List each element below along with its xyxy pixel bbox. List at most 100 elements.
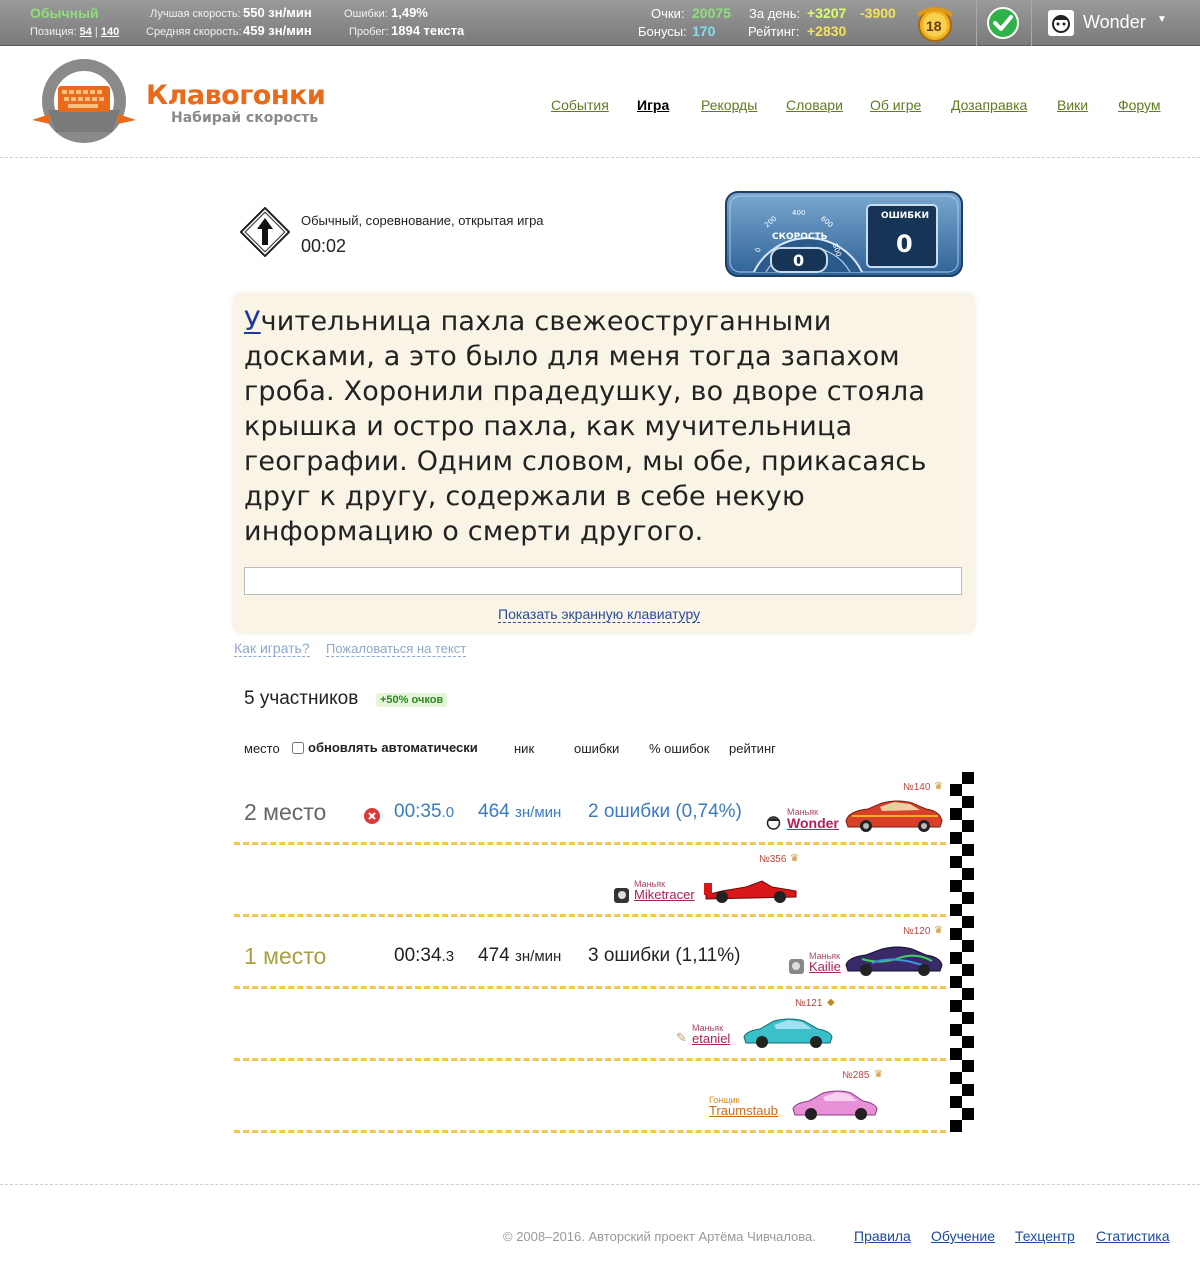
mileage-value: 1894 текста xyxy=(391,23,465,38)
nav-about[interactable]: Об игре xyxy=(870,97,921,113)
feather-icon: ✎ xyxy=(676,1031,687,1046)
speed-value: 464 xyxy=(478,801,510,822)
day-label: За день: xyxy=(749,6,801,21)
remaining-text: чительница пахла свежеоструганными доска… xyxy=(244,306,927,547)
finish-time: 00:35.0 xyxy=(394,801,454,823)
username: Wonder xyxy=(1083,12,1146,32)
game-status: Обычный, соревнование, открытая игра xyxy=(301,213,544,228)
nav-forum[interactable]: Форум xyxy=(1118,97,1161,113)
footer-divider xyxy=(0,1184,1200,1185)
speed-value: 474 xyxy=(478,945,510,966)
current-letter: У xyxy=(244,306,261,337)
avg-speed-label: Средняя скорость: xyxy=(146,26,242,38)
site-header: Клавогонки Набирай скорость События Игра… xyxy=(0,46,1200,158)
errors-panel-value: 0 xyxy=(896,230,913,258)
avatar xyxy=(789,959,804,974)
best-speed-value: 550 зн/мин xyxy=(243,5,312,20)
finish-time-frac: .3 xyxy=(441,948,455,965)
straight-arrow-sign-icon xyxy=(239,206,291,258)
nav-wiki[interactable]: Вики xyxy=(1057,97,1088,113)
gauge-tick: 400 xyxy=(792,209,806,217)
nav-records[interactable]: Рекорды xyxy=(701,97,757,113)
topbar-divider xyxy=(1031,0,1032,46)
logo-link[interactable] xyxy=(28,58,140,144)
nav-game[interactable]: Игра xyxy=(637,97,669,113)
nav-dictionaries[interactable]: Словари xyxy=(786,97,843,113)
footer-link-rules[interactable]: Правила xyxy=(854,1228,911,1244)
trophy-icon: ♛ xyxy=(874,1069,883,1080)
race-car-icon[interactable] xyxy=(842,945,944,977)
chevron-down-icon: ▼ xyxy=(1157,14,1167,25)
player-nick[interactable]: Wonder xyxy=(787,815,839,831)
steering-wheel-logo-icon xyxy=(32,59,136,143)
lane-line xyxy=(234,1130,946,1133)
leave-game-button[interactable] xyxy=(364,808,380,824)
dashboard: 0 200 400 600 800 СКОРОСТЬ 0 ОШИБКИ 0 xyxy=(724,188,970,280)
logo-subtitle: Набирай скорость xyxy=(171,110,319,126)
car-number: №140 xyxy=(903,782,931,793)
auto-update-toggle[interactable]: обновлять автоматически xyxy=(292,740,478,755)
points-value: 20075 xyxy=(692,5,731,21)
close-icon xyxy=(364,808,380,824)
mode-label: Обычный xyxy=(30,5,99,21)
player-nick[interactable]: Kailie xyxy=(809,959,841,974)
race-lane: №356 ♛ Маньяк Miketracer xyxy=(234,845,946,917)
rating-label: Рейтинг: xyxy=(748,24,800,39)
race-lane: 1 место 00:34.3 474 зн/мин 3 ошибки (1,1… xyxy=(234,917,946,989)
level-badge[interactable]: 18 xyxy=(912,3,958,43)
column-errors: ошибки xyxy=(574,741,620,756)
typing-text: Учительница пахла свежеоструганными доск… xyxy=(244,304,964,549)
position-total-link[interactable]: 140 xyxy=(101,26,119,38)
finish-line xyxy=(950,772,974,1132)
race-lane: №285 ♛ Гонщик Traumstaub xyxy=(234,1061,946,1133)
errors-value: 1,49% xyxy=(391,5,428,20)
mileage-label: Пробег: xyxy=(349,26,389,38)
game-type-sign xyxy=(239,206,291,258)
player-nick[interactable]: etaniel xyxy=(692,1031,730,1046)
errors-panel-label: ОШИБКИ xyxy=(881,211,930,221)
race-car-icon[interactable] xyxy=(702,877,800,905)
race-lane: 2 место 00:35.0 464 зн/мин 2 ошибки (0,7… xyxy=(234,773,946,845)
player-nick[interactable]: Traumstaub xyxy=(709,1103,778,1118)
day-plus: +3207 xyxy=(807,5,847,21)
errors-label: Ошибки: xyxy=(344,8,388,20)
avatar xyxy=(1048,10,1074,36)
avg-speed-value: 459 зн/мин xyxy=(243,23,312,38)
place-label: 2 место xyxy=(244,799,327,825)
position-label: Позиция: xyxy=(30,26,77,38)
check-icon xyxy=(987,7,1019,39)
column-error-pct: % ошибок xyxy=(649,741,710,756)
bonus-badge: +50% очков xyxy=(376,693,448,707)
auto-update-label: обновлять автоматически xyxy=(308,740,478,755)
race-car-icon[interactable] xyxy=(789,1089,879,1121)
copyright: © 2008–2016. Авторский проект Артёма Чив… xyxy=(503,1229,816,1244)
how-to-play-link[interactable]: Как играть? xyxy=(234,640,310,657)
footer-link-techcenter[interactable]: Техцентр xyxy=(1015,1228,1075,1244)
speed: 474 зн/мин xyxy=(478,945,561,967)
race-car-icon[interactable] xyxy=(740,1017,834,1049)
race-car-icon[interactable] xyxy=(842,799,944,833)
nav-refuel[interactable]: Дозаправка xyxy=(951,97,1027,113)
place-label: 1 место xyxy=(244,943,327,969)
show-keyboard-link[interactable]: Показать экранную клавиатуру xyxy=(498,606,701,623)
position-value-link[interactable]: 54 xyxy=(80,26,92,38)
day-minus: -3900 xyxy=(860,5,896,21)
logo-title: Клавогонки xyxy=(146,80,326,111)
typing-input[interactable] xyxy=(244,567,962,595)
rating-value: +2830 xyxy=(807,23,847,39)
ready-check-button[interactable] xyxy=(987,7,1019,39)
finish-time-main: 00:34 xyxy=(394,945,442,966)
finish-time-frac: .0 xyxy=(441,804,455,821)
top-status-bar: Обычный Позиция: 54 | 140 Лучшая скорост… xyxy=(0,0,1200,46)
complain-link[interactable]: Пожаловаться на текст xyxy=(326,641,467,657)
speed-value: 0 xyxy=(793,251,805,270)
column-rating: рейтинг xyxy=(729,741,776,756)
player-nick[interactable]: Miketracer xyxy=(634,887,695,902)
nav-events[interactable]: События xyxy=(551,97,609,113)
trophy-icon: ♛ xyxy=(934,781,943,792)
auto-update-checkbox[interactable] xyxy=(292,741,304,754)
footer-link-learning[interactable]: Обучение xyxy=(931,1228,995,1244)
footer-link-statistics[interactable]: Статистика xyxy=(1096,1228,1170,1244)
level-value: 18 xyxy=(926,18,942,34)
points-label: Очки: xyxy=(651,6,685,21)
